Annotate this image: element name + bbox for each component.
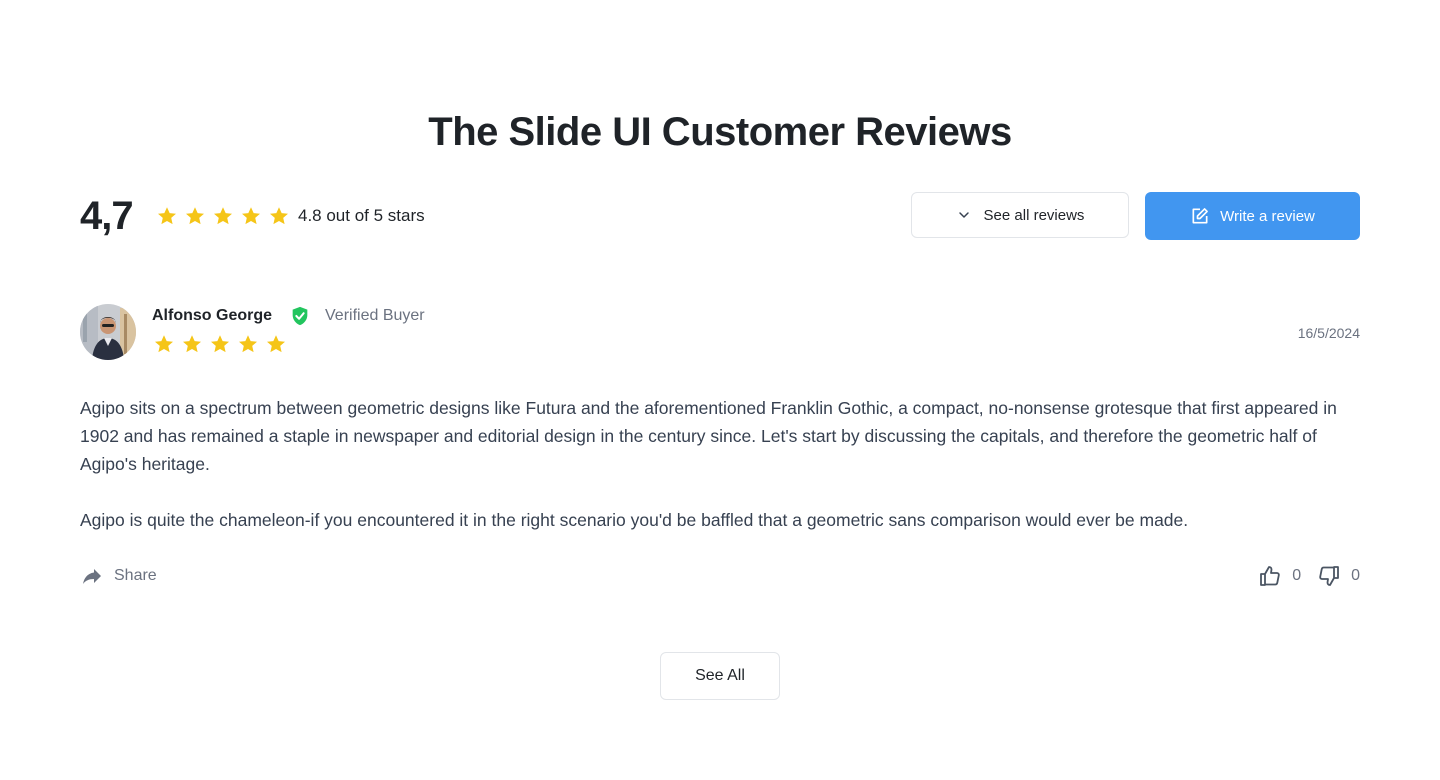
summary-stars xyxy=(156,205,290,227)
verified-buyer-label: Verified Buyer xyxy=(325,307,425,324)
see-all-reviews-label: See all reviews xyxy=(983,206,1085,224)
share-arrow-icon xyxy=(83,569,101,584)
review-body: Agipo sits on a spectrum between geometr… xyxy=(80,394,1365,562)
see-all-reviews-button[interactable]: See all reviews xyxy=(911,192,1129,238)
share-label: Share xyxy=(114,567,157,584)
rating-text: 4.8 out of 5 stars xyxy=(298,206,425,225)
star-icon xyxy=(239,335,257,353)
page-title: The Slide UI Customer Reviews xyxy=(428,109,1012,154)
review-date: 16/5/2024 xyxy=(1297,325,1360,341)
share-button[interactable]: Share xyxy=(80,564,157,588)
review-stars xyxy=(153,333,287,355)
star-icon xyxy=(183,335,201,353)
star-icon xyxy=(242,207,260,225)
star-icon xyxy=(267,335,285,353)
chevron-down-icon xyxy=(958,212,969,218)
see-all-button[interactable]: See All xyxy=(660,652,780,700)
reviewer-name[interactable]: Alfonso George xyxy=(152,306,272,326)
thumbs-up-icon xyxy=(1260,566,1280,586)
dislike-count: 0 xyxy=(1351,567,1360,584)
star-icon xyxy=(270,207,288,225)
star-icon xyxy=(214,207,232,225)
rating-summary: 4,7 4.8 out of 5 stars See all reviews W… xyxy=(80,192,1360,240)
thumbs-down-icon xyxy=(1319,566,1339,586)
average-score: 4,7 xyxy=(80,194,134,238)
star-icon xyxy=(211,335,229,353)
star-icon xyxy=(186,207,204,225)
like-count: 0 xyxy=(1292,567,1302,584)
avatar xyxy=(80,304,136,360)
write-review-button[interactable]: Write a review xyxy=(1145,192,1360,240)
shield-check-icon xyxy=(292,306,308,326)
review-paragraph: Agipo sits on a spectrum between geometr… xyxy=(80,398,1337,474)
review-votes: 0 0 xyxy=(1258,564,1360,588)
star-icon xyxy=(158,207,176,225)
like-button[interactable]: 0 xyxy=(1258,564,1301,588)
dislike-button[interactable]: 0 xyxy=(1317,564,1360,588)
edit-icon xyxy=(1192,208,1209,224)
star-icon xyxy=(155,335,173,353)
write-review-label: Write a review xyxy=(1220,207,1315,225)
review-paragraph: Agipo is quite the chameleon-if you enco… xyxy=(80,510,1189,530)
